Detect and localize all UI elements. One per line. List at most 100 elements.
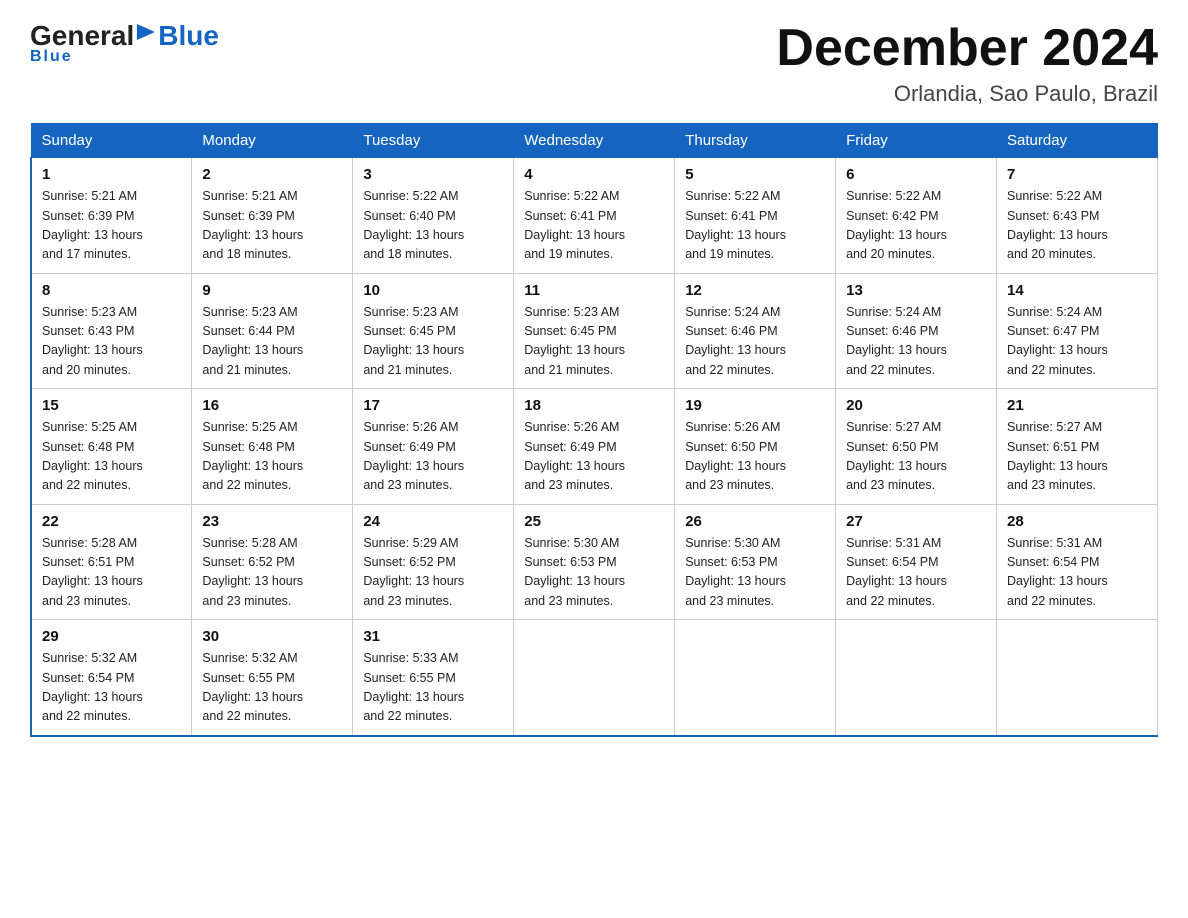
day-number: 28 <box>1007 513 1147 530</box>
calendar-day-cell: 10 Sunrise: 5:23 AMSunset: 6:45 PMDayligh… <box>353 273 514 389</box>
calendar-day-cell: 20 Sunrise: 5:27 AMSunset: 6:50 PMDayligh… <box>836 389 997 505</box>
logo-flag-icon <box>135 22 157 50</box>
day-number: 4 <box>524 166 664 183</box>
day-info: Sunrise: 5:27 AMSunset: 6:51 PMDaylight:… <box>1007 418 1147 496</box>
calendar-day-cell: 8Sunrise: 5:23 AMSunset: 6:43 PMDaylight… <box>31 273 192 389</box>
calendar-day-cell: 19Sunrise: 5:26 AMSunset: 6:50 PMDayligh… <box>675 389 836 505</box>
day-info: Sunrise: 5:26 AMSunset: 6:49 PMDaylight:… <box>524 418 664 496</box>
calendar-day-cell <box>997 620 1158 736</box>
calendar-week-row: 1 Sunrise: 5:21 AMSunset: 6:39 PMDaylight… <box>31 158 1158 274</box>
calendar-day-cell: 14 Sunrise: 5:24 AMSunset: 6:47 PMDayligh… <box>997 273 1158 389</box>
weekday-header-monday: Monday <box>192 124 353 158</box>
logo-blue-text: Blue <box>158 20 219 52</box>
day-info: Sunrise: 5:23 AMSunset: 6:45 PMDaylight:… <box>524 303 664 381</box>
calendar-day-cell: 31 Sunrise: 5:33 AMSunset: 6:55 PMDayligh… <box>353 620 514 736</box>
day-number: 21 <box>1007 397 1147 414</box>
month-title: December 2024 <box>776 20 1158 77</box>
calendar-day-cell: 9 Sunrise: 5:23 AMSunset: 6:44 PMDaylight… <box>192 273 353 389</box>
day-number: 13 <box>846 282 986 299</box>
calendar-day-cell <box>836 620 997 736</box>
calendar-day-cell: 15 Sunrise: 5:25 AMSunset: 6:48 PMDayligh… <box>31 389 192 505</box>
calendar-day-cell <box>675 620 836 736</box>
calendar-day-cell: 7Sunrise: 5:22 AMSunset: 6:43 PMDaylight… <box>997 158 1158 274</box>
day-number: 5 <box>685 166 825 183</box>
day-info: Sunrise: 5:28 AMSunset: 6:52 PMDaylight:… <box>202 534 342 612</box>
calendar-body: 1 Sunrise: 5:21 AMSunset: 6:39 PMDaylight… <box>31 158 1158 736</box>
day-info: Sunrise: 5:22 AMSunset: 6:41 PMDaylight:… <box>524 187 664 265</box>
day-info: Sunrise: 5:27 AMSunset: 6:50 PMDaylight:… <box>846 418 986 496</box>
calendar-day-cell: 1 Sunrise: 5:21 AMSunset: 6:39 PMDaylight… <box>31 158 192 274</box>
weekday-header-friday: Friday <box>836 124 997 158</box>
day-info: Sunrise: 5:21 AMSunset: 6:39 PMDaylight:… <box>202 187 342 265</box>
calendar-day-cell: 24 Sunrise: 5:29 AMSunset: 6:52 PMDayligh… <box>353 504 514 620</box>
day-info: Sunrise: 5:25 AMSunset: 6:48 PMDaylight:… <box>202 418 342 496</box>
day-number: 31 <box>363 628 503 645</box>
weekday-header-saturday: Saturday <box>997 124 1158 158</box>
day-number: 12 <box>685 282 825 299</box>
day-info: Sunrise: 5:23 AMSunset: 6:43 PMDaylight:… <box>42 303 181 381</box>
day-number: 29 <box>42 628 181 645</box>
day-number: 26 <box>685 513 825 530</box>
logo-underline: Blue <box>30 48 73 66</box>
weekday-header-wednesday: Wednesday <box>514 124 675 158</box>
calendar-header-row: SundayMondayTuesdayWednesdayThursdayFrid… <box>31 124 1158 158</box>
weekday-header-thursday: Thursday <box>675 124 836 158</box>
calendar-day-cell: 25 Sunrise: 5:30 AMSunset: 6:53 PMDayligh… <box>514 504 675 620</box>
day-number: 9 <box>202 282 342 299</box>
weekday-header-sunday: Sunday <box>31 124 192 158</box>
day-info: Sunrise: 5:22 AMSunset: 6:40 PMDaylight:… <box>363 187 503 265</box>
calendar-day-cell: 23 Sunrise: 5:28 AMSunset: 6:52 PMDayligh… <box>192 504 353 620</box>
day-number: 23 <box>202 513 342 530</box>
day-info: Sunrise: 5:25 AMSunset: 6:48 PMDaylight:… <box>42 418 181 496</box>
calendar-week-row: 22Sunrise: 5:28 AMSunset: 6:51 PMDayligh… <box>31 504 1158 620</box>
logo: General Blue Blue <box>30 20 219 66</box>
day-info: Sunrise: 5:23 AMSunset: 6:45 PMDaylight:… <box>363 303 503 381</box>
calendar-day-cell: 13 Sunrise: 5:24 AMSunset: 6:46 PMDayligh… <box>836 273 997 389</box>
day-info: Sunrise: 5:24 AMSunset: 6:46 PMDaylight:… <box>846 303 986 381</box>
day-number: 1 <box>42 166 181 183</box>
calendar-day-cell: 27Sunrise: 5:31 AMSunset: 6:54 PMDayligh… <box>836 504 997 620</box>
calendar-table: SundayMondayTuesdayWednesdayThursdayFrid… <box>30 123 1158 737</box>
day-info: Sunrise: 5:22 AMSunset: 6:41 PMDaylight:… <box>685 187 825 265</box>
calendar-day-cell: 18 Sunrise: 5:26 AMSunset: 6:49 PMDayligh… <box>514 389 675 505</box>
day-number: 14 <box>1007 282 1147 299</box>
day-number: 20 <box>846 397 986 414</box>
day-info: Sunrise: 5:24 AMSunset: 6:47 PMDaylight:… <box>1007 303 1147 381</box>
calendar-day-cell: 17 Sunrise: 5:26 AMSunset: 6:49 PMDayligh… <box>353 389 514 505</box>
day-info: Sunrise: 5:23 AMSunset: 6:44 PMDaylight:… <box>202 303 342 381</box>
day-info: Sunrise: 5:28 AMSunset: 6:51 PMDaylight:… <box>42 534 181 612</box>
day-number: 10 <box>363 282 503 299</box>
day-number: 3 <box>363 166 503 183</box>
page-header: General Blue Blue December 2024 Orlandia… <box>30 20 1158 107</box>
day-number: 18 <box>524 397 664 414</box>
day-number: 6 <box>846 166 986 183</box>
day-info: Sunrise: 5:22 AMSunset: 6:42 PMDaylight:… <box>846 187 986 265</box>
calendar-day-cell: 22Sunrise: 5:28 AMSunset: 6:51 PMDayligh… <box>31 504 192 620</box>
day-number: 2 <box>202 166 342 183</box>
day-info: Sunrise: 5:30 AMSunset: 6:53 PMDaylight:… <box>524 534 664 612</box>
day-number: 27 <box>846 513 986 530</box>
calendar-week-row: 29Sunrise: 5:32 AMSunset: 6:54 PMDayligh… <box>31 620 1158 736</box>
calendar-week-row: 8Sunrise: 5:23 AMSunset: 6:43 PMDaylight… <box>31 273 1158 389</box>
location-subtitle: Orlandia, Sao Paulo, Brazil <box>776 81 1158 107</box>
day-number: 24 <box>363 513 503 530</box>
calendar-day-cell: 21 Sunrise: 5:27 AMSunset: 6:51 PMDayligh… <box>997 389 1158 505</box>
calendar-day-cell: 2 Sunrise: 5:21 AMSunset: 6:39 PMDaylight… <box>192 158 353 274</box>
day-info: Sunrise: 5:21 AMSunset: 6:39 PMDaylight:… <box>42 187 181 265</box>
day-info: Sunrise: 5:26 AMSunset: 6:49 PMDaylight:… <box>363 418 503 496</box>
day-info: Sunrise: 5:29 AMSunset: 6:52 PMDaylight:… <box>363 534 503 612</box>
title-block: December 2024 Orlandia, Sao Paulo, Brazi… <box>776 20 1158 107</box>
day-number: 25 <box>524 513 664 530</box>
weekday-header-tuesday: Tuesday <box>353 124 514 158</box>
day-info: Sunrise: 5:33 AMSunset: 6:55 PMDaylight:… <box>363 649 503 727</box>
day-number: 7 <box>1007 166 1147 183</box>
day-info: Sunrise: 5:32 AMSunset: 6:55 PMDaylight:… <box>202 649 342 727</box>
day-number: 19 <box>685 397 825 414</box>
calendar-day-cell: 28Sunrise: 5:31 AMSunset: 6:54 PMDayligh… <box>997 504 1158 620</box>
day-number: 15 <box>42 397 181 414</box>
day-number: 17 <box>363 397 503 414</box>
day-number: 16 <box>202 397 342 414</box>
calendar-day-cell: 16 Sunrise: 5:25 AMSunset: 6:48 PMDayligh… <box>192 389 353 505</box>
day-number: 30 <box>202 628 342 645</box>
calendar-day-cell: 12Sunrise: 5:24 AMSunset: 6:46 PMDayligh… <box>675 273 836 389</box>
